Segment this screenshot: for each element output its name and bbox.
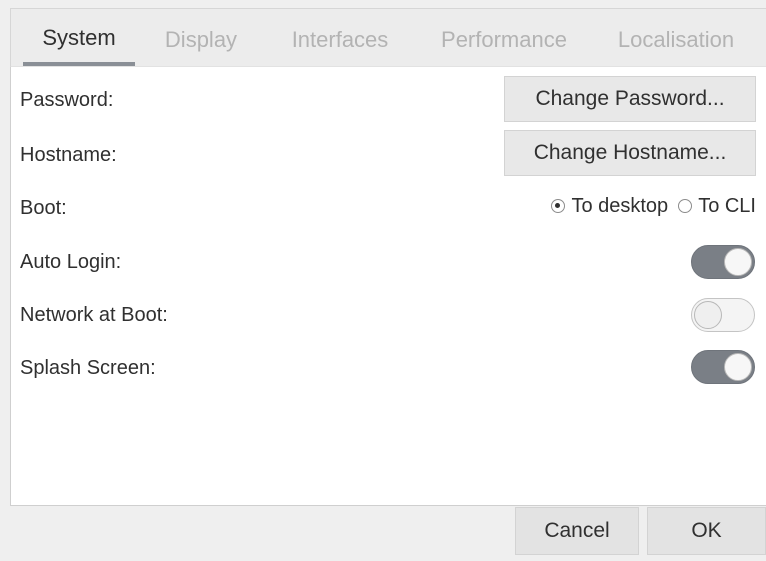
hostname-label: Hostname: (20, 144, 117, 166)
ok-button[interactable]: OK (647, 507, 766, 555)
raspberry-pi-configuration-window: System Display Interfaces Performance Lo… (0, 0, 766, 561)
toggle-knob (694, 301, 722, 329)
tab-system[interactable]: System (23, 9, 135, 66)
boot-to-cli-radio[interactable]: To CLI (678, 195, 756, 218)
cancel-button[interactable]: Cancel (515, 507, 639, 555)
password-label: Password: (20, 89, 114, 111)
tab-bar: System Display Interfaces Performance Lo… (10, 8, 766, 66)
toggle-knob (724, 353, 752, 381)
auto-login-toggle[interactable] (691, 245, 755, 279)
network-at-boot-toggle[interactable] (691, 298, 755, 332)
tab-performance[interactable]: Performance (431, 9, 577, 66)
tab-interfaces[interactable]: Interfaces (281, 9, 399, 66)
splash-screen-label: Splash Screen: (20, 357, 156, 379)
boot-radio-group: To desktop To CLI (551, 192, 756, 220)
tab-localisation[interactable]: Localisation (609, 9, 743, 66)
toggle-knob (724, 248, 752, 276)
tab-display[interactable]: Display (153, 9, 249, 66)
network-at-boot-label: Network at Boot: (20, 304, 168, 326)
boot-to-desktop-radio[interactable]: To desktop (551, 195, 668, 218)
auto-login-label: Auto Login: (20, 251, 122, 273)
boot-to-desktop-label: To desktop (571, 194, 669, 217)
radio-unselected-icon (678, 199, 693, 213)
change-password-button[interactable]: Change Password... (504, 76, 756, 122)
boot-label: Boot: (20, 197, 67, 219)
change-hostname-button[interactable]: Change Hostname... (504, 130, 756, 176)
system-settings-panel: Password: Change Password... Hostname: C… (10, 66, 766, 506)
radio-selected-icon (551, 199, 566, 213)
boot-to-cli-label: To CLI (698, 194, 756, 217)
splash-screen-toggle[interactable] (691, 350, 755, 384)
